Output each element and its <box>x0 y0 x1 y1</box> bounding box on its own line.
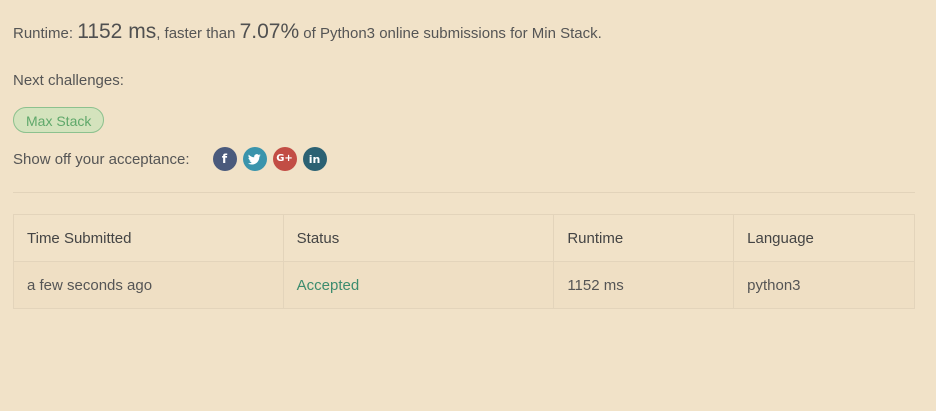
share-row: Show off your acceptance: f G+ in <box>13 147 333 171</box>
status-accepted-link[interactable]: Accepted <box>297 277 360 294</box>
cell-status: Accepted <box>282 261 555 309</box>
divider <box>13 192 915 193</box>
challenge-tag-max-stack[interactable]: Max Stack <box>13 107 105 133</box>
google-plus-icon[interactable]: G+ <box>272 147 297 171</box>
runtime-prefix: Runtime: <box>13 25 78 42</box>
twitter-icon[interactable] <box>242 147 267 171</box>
submissions-table: Time Submitted Status Runtime Language a… <box>13 214 915 309</box>
next-challenges-label: Next challenges: <box>13 72 124 89</box>
linkedin-icon[interactable]: in <box>302 147 327 171</box>
submission-result-page: Runtime: 1152 ms, faster than 7.07% of P… <box>0 0 936 411</box>
facebook-icon[interactable]: f <box>212 147 237 171</box>
column-header-runtime: Runtime <box>553 214 735 262</box>
cell-time-submitted: a few seconds ago <box>13 261 284 309</box>
runtime-summary: Runtime: 1152 ms, faster than 7.07% of P… <box>13 20 602 44</box>
table-header-row: Time Submitted Status Runtime Language <box>13 214 915 262</box>
cell-runtime: 1152 ms <box>553 261 735 309</box>
runtime-value: 1152 ms <box>77 20 157 43</box>
share-icons: f G+ in <box>212 147 333 171</box>
summary-suffix: of Python3 online submissions for Min St… <box>299 25 602 42</box>
share-label: Show off your acceptance: <box>13 150 190 168</box>
faster-than-text: , faster than <box>156 25 240 42</box>
cell-language: python3 <box>733 261 915 309</box>
column-header-time-submitted: Time Submitted <box>13 214 284 262</box>
percentile-value: 7.07% <box>239 20 300 43</box>
column-header-language: Language <box>733 214 915 262</box>
table-row: a few seconds ago Accepted 1152 ms pytho… <box>13 261 915 309</box>
column-header-status: Status <box>282 214 555 262</box>
